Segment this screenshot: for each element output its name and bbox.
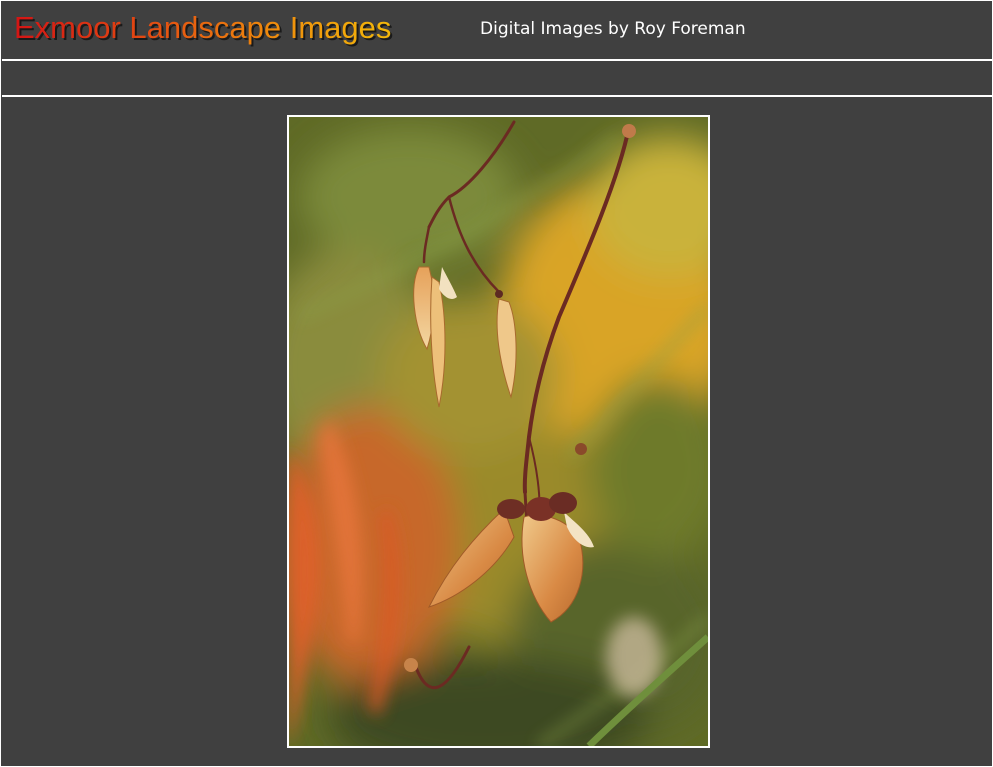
site-title[interactable]: Exmoor Landscape Images	[14, 8, 391, 48]
site-header: Exmoor Landscape Images Digital Images b…	[2, 2, 993, 59]
photo-image[interactable]	[287, 115, 710, 748]
photo-image-icon	[289, 117, 708, 746]
nav-divider	[2, 95, 993, 97]
page-frame: Exmoor Landscape Images Digital Images b…	[0, 0, 993, 767]
site-subtitle: Digital Images by Roy Foreman	[480, 19, 746, 39]
nav-bar	[2, 61, 993, 95]
